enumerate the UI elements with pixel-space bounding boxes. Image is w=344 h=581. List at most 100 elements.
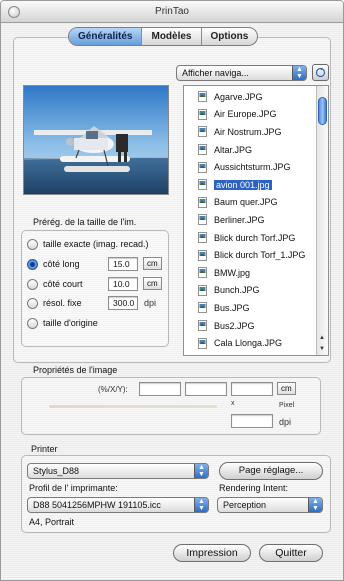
file-list-item[interactable]: Bunch.JPG	[184, 282, 328, 300]
tab-generalites[interactable]: Généralités	[69, 28, 143, 45]
title-bar[interactable]: PrinTao	[1, 1, 343, 23]
size-slider[interactable]	[49, 405, 217, 408]
long-side-value-field[interactable]: 15.0	[108, 257, 138, 271]
resolution-unit-label: dpi	[144, 298, 157, 308]
file-browser-list[interactable]: Agarve.JPG Air Europe.JPG Air Nostrum.JPG A…	[183, 85, 329, 356]
file-name: Air Europe.JPG	[214, 109, 277, 120]
image-file-icon	[198, 161, 207, 173]
file-list-item[interactable]: Bus.JPG	[184, 299, 328, 317]
printer-select[interactable]: Stylus_D88 ▲ ▼	[27, 463, 209, 479]
image-file-icon	[198, 108, 207, 120]
short-side-unit-button[interactable]: cm	[143, 277, 162, 290]
xy-label: (%/X/Y):	[98, 385, 128, 394]
image-preview	[23, 85, 169, 195]
file-list-item[interactable]: Blick durch Torf_1.JPG	[184, 246, 328, 264]
file-name: Baum quer.JPG	[214, 197, 278, 208]
radio-short-side[interactable]: côté court	[27, 277, 83, 291]
file-name: Bus.JPG	[214, 302, 250, 313]
image-file-icon	[198, 267, 207, 279]
profile-select[interactable]: D88 5041256MPHW 191105.icc ▲ ▼	[27, 497, 209, 513]
scroll-up-icon[interactable]: ▲	[319, 335, 325, 341]
file-list-item[interactable]: Berliner.JPG	[184, 211, 328, 229]
popup-arrows-icon: ▲ ▼	[194, 498, 208, 512]
radio-label: taille exacte (imag. recad.)	[43, 239, 149, 249]
file-list-item[interactable]: Bus2.JPG	[184, 317, 328, 335]
radio-original-size[interactable]: taille d'origine	[27, 316, 98, 330]
file-name: BMW.jpg	[214, 267, 251, 278]
app-window: PrinTao Généralités Modèles Options Affi…	[0, 0, 344, 581]
radio-icon	[27, 278, 38, 290]
dpi-field[interactable]	[231, 414, 273, 428]
file-list-item[interactable]: Air Europe.JPG	[184, 106, 328, 124]
file-name: Air Nostrum.JPG	[214, 126, 282, 137]
file-list-item[interactable]: Cala Llonga.JPG	[184, 334, 328, 352]
file-list-item[interactable]: Air Nostrum.JPG	[184, 123, 328, 141]
dpi-label: dpi	[279, 417, 292, 427]
radio-fixed-resolution[interactable]: résol. fixe	[27, 296, 82, 310]
radio-long-side[interactable]: côté long	[27, 257, 80, 271]
quit-button[interactable]: Quitter	[259, 544, 323, 562]
file-list-item[interactable]: avion 001.jpg	[184, 176, 328, 194]
file-list-item[interactable]: Blick durch Torf.JPG	[184, 229, 328, 247]
tab-options[interactable]: Options	[202, 28, 258, 45]
pixel-label: Pixel	[279, 402, 295, 409]
popup-arrows-icon: ▲ ▼	[194, 464, 208, 478]
tab-modeles[interactable]: Modèles	[142, 28, 202, 45]
properties-unit-button[interactable]: cm	[277, 382, 296, 395]
image-file-icon	[198, 214, 207, 226]
browser-view-value: Afficher naviga...	[182, 68, 249, 78]
sizing-group-label: Prérég. de la taille de l'im.	[33, 217, 137, 227]
file-name: Cala Llonga.JPG	[214, 338, 283, 349]
file-list-item[interactable]: Baum quer.JPG	[184, 194, 328, 212]
refresh-button[interactable]	[312, 64, 329, 81]
printer-group-label: Printer	[31, 444, 58, 454]
y-field[interactable]	[231, 382, 273, 396]
file-name: Altar.JPG	[214, 144, 253, 155]
x-marker-label: x	[231, 400, 235, 407]
resolution-value-field[interactable]: 300.0	[108, 296, 138, 310]
radio-label: résol. fixe	[43, 298, 82, 308]
file-list-item[interactable]: Altar.JPG	[184, 141, 328, 159]
rendering-intent-label: Rendering Intent:	[219, 483, 289, 493]
percent-field[interactable]	[139, 382, 181, 396]
radio-label: taille d'origine	[43, 318, 98, 328]
file-list-item[interactable]: BMW.jpg	[184, 264, 328, 282]
file-name: Berliner.JPG	[214, 214, 265, 225]
refresh-icon	[315, 67, 326, 78]
long-side-unit-button[interactable]: cm	[143, 257, 162, 270]
file-list-scrollbar[interactable]: ▲ ▼	[316, 86, 328, 355]
file-name: Blick durch Torf.JPG	[214, 232, 296, 243]
radio-icon	[27, 238, 38, 250]
image-file-icon	[198, 302, 207, 314]
radio-icon	[27, 297, 38, 309]
image-file-icon	[198, 126, 207, 138]
browser-view-popup[interactable]: Afficher naviga... ▲ ▼	[176, 65, 307, 81]
radio-exact-size[interactable]: taille exacte (imag. recad.)	[27, 237, 149, 251]
file-name: Aussichtsturm.JPG	[214, 162, 291, 173]
image-file-icon	[198, 232, 207, 243]
image-file-icon	[198, 179, 207, 191]
radio-selected-icon	[27, 258, 38, 270]
rendering-intent-select[interactable]: Perception ▲ ▼	[217, 497, 323, 513]
print-button[interactable]: Impression	[173, 544, 251, 562]
tab-bar: Généralités Modèles Options	[68, 27, 259, 46]
profile-label: Profil de l' imprimante:	[29, 483, 118, 493]
file-name: Bus2.JPG	[214, 320, 255, 331]
image-file-icon	[198, 91, 207, 103]
image-file-icon	[198, 196, 207, 208]
file-name: avion 001.jpg	[214, 179, 272, 190]
radio-icon	[27, 317, 38, 329]
file-name: Bunch.JPG	[214, 285, 260, 296]
file-list-item[interactable]: Agarve.JPG	[184, 88, 328, 106]
page-setup-button[interactable]: Page réglage...	[219, 462, 323, 480]
x-field[interactable]	[185, 382, 227, 396]
image-file-icon	[198, 284, 207, 296]
scroll-thumb[interactable]	[318, 97, 327, 125]
image-file-icon	[198, 337, 207, 349]
radio-label: côté court	[43, 279, 83, 289]
file-list-item[interactable]: Aussichtsturm.JPG	[184, 158, 328, 176]
popup-arrows-icon: ▲ ▼	[292, 66, 306, 80]
scroll-down-icon[interactable]: ▼	[319, 346, 325, 352]
short-side-value-field[interactable]: 10.0	[108, 277, 138, 291]
profile-select-value: D88 5041256MPHW 191105.icc	[33, 500, 161, 510]
